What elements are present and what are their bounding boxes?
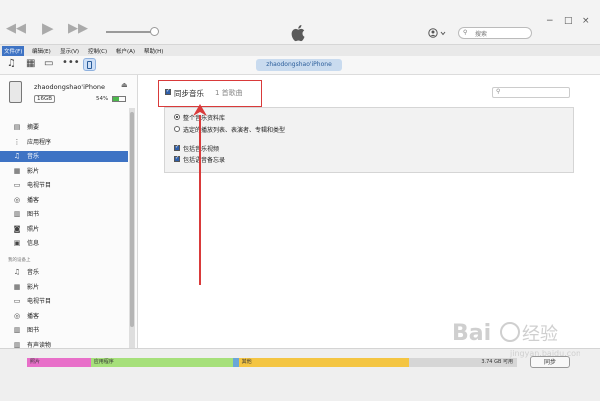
music-icon: ♫ bbox=[13, 268, 21, 276]
filter-search-input[interactable]: ⚲ bbox=[492, 87, 570, 98]
device-item-0[interactable]: ♫ 音乐 bbox=[0, 267, 128, 278]
annotation-arrow bbox=[199, 115, 201, 285]
apps-icon: ⋮ bbox=[13, 137, 21, 146]
volume-knob[interactable] bbox=[150, 27, 159, 36]
device-tab[interactable]: zhaodongshao'iPhone bbox=[256, 59, 342, 71]
film-icon: ▦ bbox=[13, 282, 21, 291]
battery-icon bbox=[112, 96, 126, 102]
podcast-icon: ◎ bbox=[13, 311, 21, 320]
storage-segment: 其他 bbox=[238, 358, 410, 367]
svg-text:Bai: Bai bbox=[452, 321, 491, 346]
storage-segment: 应用程序 bbox=[90, 358, 233, 367]
sidebar-item-label: 应用程序 bbox=[27, 138, 52, 146]
tv-icon[interactable]: ▭ bbox=[44, 58, 53, 69]
search-placeholder: 搜索 bbox=[475, 31, 488, 38]
title-bar: ◀◀ ▶ ▶▶ ⚲ 搜索 − □ × bbox=[0, 0, 600, 44]
section-on-device: 我的设备上 bbox=[8, 258, 31, 263]
device-item-3[interactable]: ◎ 播客 bbox=[0, 311, 128, 322]
sidebar-item-label: 音乐 bbox=[27, 269, 40, 276]
sidebar-item-8[interactable]: ▣ 信息 bbox=[0, 238, 128, 249]
info-icon: ▣ bbox=[13, 239, 21, 247]
storage-bar: 照片 应用程序 其他 3.74 GB 可用 bbox=[27, 358, 517, 367]
menu-view[interactable]: 显示(V) bbox=[58, 46, 81, 56]
device-item-2[interactable]: ▭ 电视节目 bbox=[0, 296, 128, 307]
storage-segment: 照片 bbox=[27, 358, 91, 367]
device-item-4[interactable]: ▥ 图书 bbox=[0, 325, 128, 336]
sidebar-item-2[interactable]: ♫ 音乐 bbox=[0, 151, 128, 162]
fast-forward-icon[interactable]: ▶▶ bbox=[68, 22, 88, 36]
sync-options-panel bbox=[164, 107, 574, 173]
sidebar-item-label: 信息 bbox=[27, 240, 40, 247]
summary-icon: ▤ bbox=[13, 123, 21, 131]
radio-entire-library[interactable] bbox=[174, 114, 180, 120]
sidebar-item-label: 电视节目 bbox=[27, 182, 52, 189]
volume-slider[interactable] bbox=[106, 31, 154, 33]
minimize-button[interactable]: − bbox=[546, 16, 554, 26]
annotation-arrow-head bbox=[193, 104, 207, 116]
sidebar-item-label: 影片 bbox=[27, 167, 40, 175]
podcast-icon: ◎ bbox=[13, 195, 21, 204]
search-icon: ⚲ bbox=[463, 29, 468, 36]
sidebar-item-label: 图书 bbox=[27, 211, 40, 218]
eject-icon[interactable]: ⏏ bbox=[121, 81, 128, 89]
menu-edit[interactable]: 编辑(E) bbox=[30, 46, 53, 56]
checkbox-music-videos[interactable] bbox=[174, 144, 180, 151]
device-item-1[interactable]: ▦ 影片 bbox=[0, 282, 128, 293]
sidebar-item-0[interactable]: ▤ 摘要 bbox=[0, 122, 128, 133]
sidebar-item-4[interactable]: ▭ 电视节目 bbox=[0, 180, 128, 191]
close-button[interactable]: × bbox=[582, 16, 590, 26]
sidebar-item-5[interactable]: ◎ 播客 bbox=[0, 195, 128, 206]
annotation-highlight-box bbox=[158, 80, 262, 107]
checkbox-voice-memos[interactable] bbox=[174, 155, 180, 162]
sidebar-scroll-thumb[interactable] bbox=[130, 112, 134, 327]
tv-icon: ▭ bbox=[13, 181, 21, 189]
radio-selected-items[interactable] bbox=[174, 126, 180, 132]
search-input[interactable]: ⚲ 搜索 bbox=[458, 27, 532, 39]
book-icon: ▥ bbox=[13, 210, 21, 218]
sidebar-item-label: 摘要 bbox=[27, 124, 40, 131]
sidebar-item-label: 影片 bbox=[27, 283, 40, 291]
menu-controls[interactable]: 控制(C) bbox=[86, 46, 109, 56]
music-icon: ♫ bbox=[13, 152, 21, 160]
baidu-watermark: Bai 经验 jingyan.baidu.com bbox=[450, 312, 584, 362]
sidebar-item-label: 照片 bbox=[27, 225, 40, 233]
sidebar-item-label: 播客 bbox=[27, 196, 40, 204]
sidebar-item-label: 音乐 bbox=[27, 153, 40, 160]
rewind-icon[interactable]: ◀◀ bbox=[6, 22, 26, 36]
checkbox-music-videos-label: 包括音乐视频 bbox=[183, 146, 220, 153]
account-button[interactable] bbox=[428, 28, 450, 38]
sidebar-item-label: 电视节目 bbox=[27, 298, 52, 305]
more-icon[interactable]: ••• bbox=[62, 57, 80, 68]
checkbox-voice-memos-label: 包括语音备忘录 bbox=[183, 157, 226, 164]
sidebar-item-3[interactable]: ▦ 影片 bbox=[0, 166, 128, 177]
sidebar-item-6[interactable]: ▥ 图书 bbox=[0, 209, 128, 220]
maximize-button[interactable]: □ bbox=[564, 16, 573, 26]
device-name: zhaodongshao'iPhone bbox=[34, 83, 106, 91]
device-button[interactable] bbox=[83, 58, 96, 71]
sidebar-item-label: 图书 bbox=[27, 327, 40, 334]
svg-text:jingyan.baidu.com: jingyan.baidu.com bbox=[509, 349, 580, 358]
svg-text:经验: 经验 bbox=[522, 324, 558, 345]
play-icon[interactable]: ▶ bbox=[42, 21, 54, 36]
search-icon: ⚲ bbox=[496, 88, 501, 95]
camera-icon: ◙ bbox=[13, 224, 21, 233]
sidebar-item-label: 播客 bbox=[27, 312, 40, 320]
book-icon: ▥ bbox=[13, 326, 21, 334]
film-icon: ▦ bbox=[13, 166, 21, 175]
battery-percent: 54% bbox=[96, 96, 109, 102]
apple-logo-icon bbox=[291, 25, 305, 42]
sidebar-item-7[interactable]: ◙ 照片 bbox=[0, 224, 128, 235]
menu-help[interactable]: 帮助(H) bbox=[142, 46, 165, 56]
phone-icon bbox=[87, 61, 92, 69]
tv-icon: ▭ bbox=[13, 297, 21, 305]
music-icon[interactable]: ♫ bbox=[7, 58, 16, 69]
capacity-badge: 16GB bbox=[34, 95, 56, 103]
menu-account[interactable]: 帐户(A) bbox=[114, 46, 137, 56]
sidebar-item-1[interactable]: ⋮ 应用程序 bbox=[0, 137, 128, 148]
iphone-icon bbox=[9, 81, 22, 103]
film-icon[interactable]: ▦ bbox=[26, 58, 35, 69]
menu-file[interactable]: 文件(F) bbox=[2, 46, 25, 56]
